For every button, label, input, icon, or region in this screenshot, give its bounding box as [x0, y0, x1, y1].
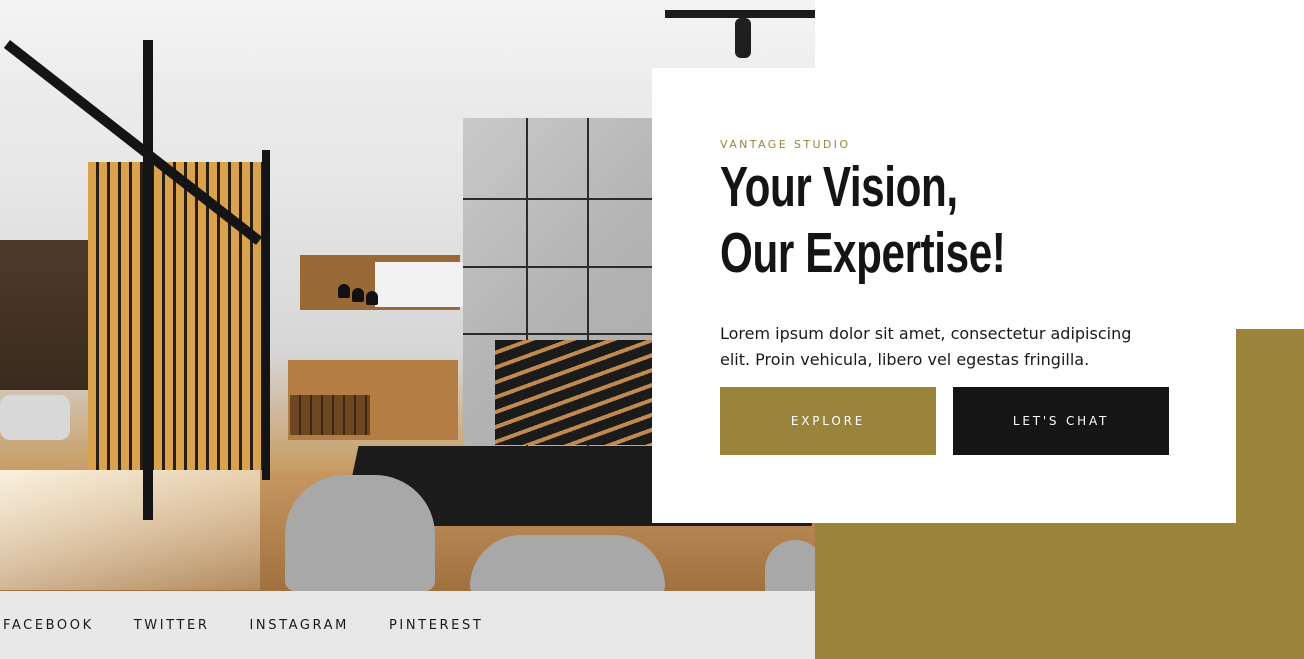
pendant-lamp — [352, 288, 364, 302]
lets-chat-button[interactable]: LET'S CHAT — [953, 387, 1169, 455]
social-links-bar: FACEBOOK TWITTER INSTAGRAM PINTEREST — [0, 591, 815, 659]
explore-button[interactable]: EXPLORE — [720, 387, 936, 455]
hero-content-card: VANTAGE STUDIO Your Vision, Our Expertis… — [652, 68, 1236, 523]
hero-headline: Your Vision, Our Expertise! — [720, 155, 1006, 285]
wine-rack — [290, 395, 370, 435]
pendant-lamp — [338, 284, 350, 298]
page: FACEBOOK TWITTER INSTAGRAM PINTEREST VAN… — [0, 0, 1304, 659]
wood-slat-wall — [88, 162, 270, 482]
glass-wall-frame — [143, 40, 153, 520]
kitchen-upper-cabinets — [375, 262, 465, 307]
sofa — [0, 395, 70, 440]
hero-description: Lorem ipsum dolor sit amet, consectetur … — [720, 324, 1132, 369]
social-link-pinterest[interactable]: PINTEREST — [389, 618, 483, 633]
staircase — [495, 340, 655, 445]
sunlight-patch — [0, 470, 260, 590]
track-light — [665, 10, 815, 18]
brand-eyebrow: VANTAGE STUDIO — [720, 138, 851, 151]
spotlight — [735, 18, 751, 58]
social-link-facebook[interactable]: FACEBOOK — [3, 618, 94, 633]
dark-wood-wall — [0, 240, 90, 390]
glass-wall-frame — [262, 150, 270, 480]
social-link-twitter[interactable]: TWITTER — [134, 618, 210, 633]
social-link-instagram[interactable]: INSTAGRAM — [249, 618, 349, 633]
pendant-lamp — [366, 291, 378, 305]
dining-chair — [470, 535, 665, 591]
dining-chair — [285, 475, 435, 591]
